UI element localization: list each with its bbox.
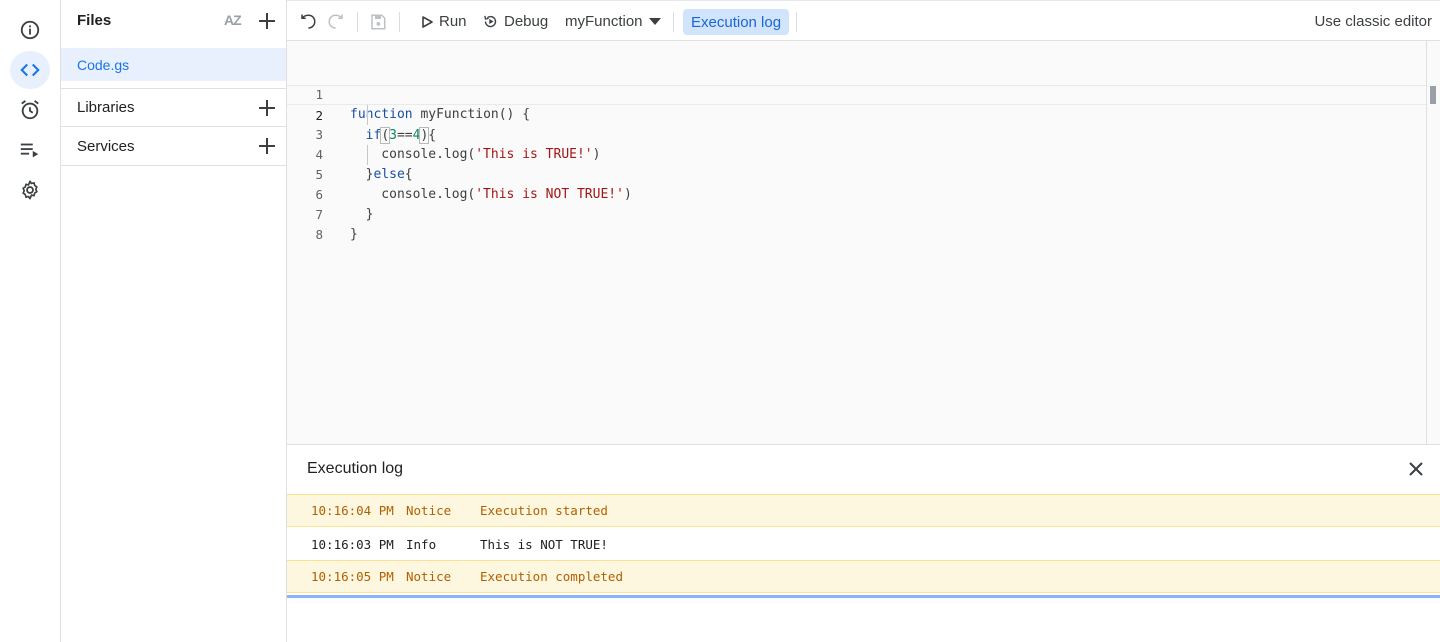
execution-log-title: Execution log	[307, 460, 404, 477]
code-line[interactable]: 1 function myFunction() {	[287, 65, 1426, 122]
triggers-button[interactable]	[10, 91, 50, 129]
run-button[interactable]: Run	[421, 1, 467, 42]
function-select-value: myFunction	[565, 13, 643, 30]
file-item-code-gs[interactable]: Code.gs	[61, 48, 286, 81]
code-line[interactable]: 5 console.log('This is NOT TRUE!')	[287, 145, 1426, 202]
overview-button[interactable]	[10, 11, 50, 49]
run-label: Run	[439, 13, 467, 30]
log-level: Info	[406, 537, 437, 552]
toolbar-divider	[796, 12, 797, 32]
editor-toolbar: Run Debug myFunction Execution log Use c…	[287, 0, 1440, 41]
code-text: }	[350, 227, 358, 242]
files-panel: Files AZ Code.gs Libraries Services	[61, 0, 287, 642]
log-time: 10:16:03 PM	[311, 537, 394, 552]
scrollbar-cursor-marker	[1430, 86, 1436, 104]
add-file-icon[interactable]	[257, 11, 277, 31]
services-section[interactable]: Services	[61, 127, 286, 166]
play-icon	[422, 15, 433, 28]
toolbar-divider	[673, 12, 674, 32]
dropdown-arrow-icon	[648, 17, 661, 25]
debug-button[interactable]: Debug	[483, 1, 548, 42]
debug-icon	[484, 15, 497, 28]
log-bottom-divider	[287, 595, 1440, 598]
code-line[interactable]: 4 }else{	[287, 125, 1426, 182]
execution-log-button[interactable]: Execution log	[683, 9, 790, 35]
save-button[interactable]	[369, 1, 387, 42]
files-title: Files	[77, 12, 112, 29]
undo-icon	[301, 13, 316, 29]
services-label: Services	[77, 137, 135, 155]
debug-label: Debug	[504, 13, 549, 30]
redo-icon	[328, 13, 343, 29]
function-select[interactable]: myFunction	[565, 1, 661, 42]
log-row[interactable]: 10:16:04 PM Notice Execution started	[287, 494, 1440, 527]
code-editor[interactable]: 1 function myFunction() { 2 if(3==4){ 3 …	[287, 41, 1440, 444]
log-message: This is NOT TRUE!	[480, 537, 608, 552]
executions-button[interactable]	[10, 131, 50, 169]
add-service-icon[interactable]	[257, 136, 277, 156]
alarm-icon	[21, 100, 39, 120]
log-row[interactable]: 10:16:05 PM Notice Execution completed	[287, 560, 1440, 593]
code-icon	[20, 63, 40, 77]
execution-log-header: Execution log	[287, 445, 1440, 494]
sort-az-icon[interactable]: AZ	[224, 12, 242, 28]
log-time: 10:16:05 PM	[311, 569, 394, 584]
code-line[interactable]: 6 }	[287, 165, 1426, 222]
libraries-label: Libraries	[77, 99, 135, 116]
indent-guide	[367, 145, 368, 165]
gear-icon	[22, 180, 38, 200]
code-line[interactable]: 3 console.log('This is TRUE!')	[287, 105, 1426, 162]
log-message: Execution started	[480, 503, 608, 518]
settings-button[interactable]	[10, 171, 50, 209]
toolbar-divider	[399, 12, 400, 32]
files-header: Files AZ	[61, 0, 286, 41]
classic-editor-label: Use classic editor	[1314, 13, 1432, 30]
execution-log-panel: Execution log 10:16:04 PM Notice Executi…	[287, 444, 1440, 642]
info-icon	[20, 20, 40, 40]
save-icon	[371, 14, 386, 29]
line-number: 8	[315, 227, 323, 242]
editor-scrollbar[interactable]	[1426, 41, 1440, 444]
code-line[interactable]: 8	[287, 205, 1426, 242]
log-time: 10:16:04 PM	[311, 503, 394, 518]
libraries-section[interactable]: Libraries	[61, 88, 286, 127]
log-level: Notice	[406, 569, 452, 584]
add-library-icon[interactable]	[257, 98, 277, 118]
editor-button[interactable]	[10, 51, 50, 89]
log-row[interactable]: 10:16:03 PM Info This is NOT TRUE!	[287, 528, 1440, 561]
toolbar-divider	[357, 12, 358, 32]
log-message: Execution completed	[480, 569, 623, 584]
undo-button[interactable]	[299, 1, 317, 42]
execution-log-label: Execution log	[691, 13, 782, 31]
indent-guide	[367, 105, 368, 125]
close-icon[interactable]	[1408, 461, 1424, 477]
log-level: Notice	[406, 503, 452, 518]
executions-icon	[20, 143, 39, 158]
left-nav-rail	[0, 0, 61, 642]
redo-button[interactable]	[327, 1, 345, 42]
code-line-current[interactable]: 2 if(3==4){	[287, 85, 1426, 144]
file-name: Code.gs	[77, 56, 130, 73]
use-classic-editor-button[interactable]: Use classic editor	[1314, 1, 1432, 42]
code-line[interactable]: 7 }	[287, 185, 1426, 242]
